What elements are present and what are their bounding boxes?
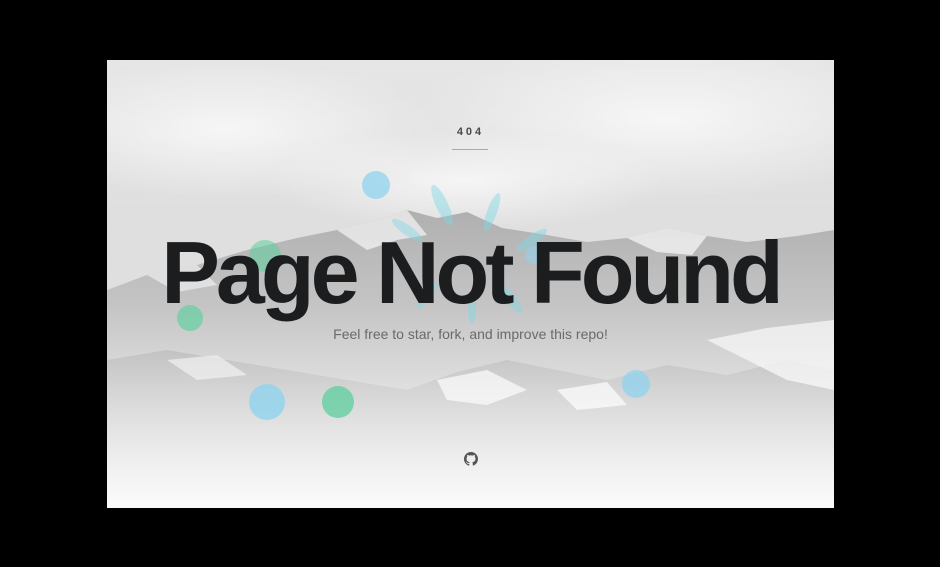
accent-divider xyxy=(452,149,488,150)
bubble-decoration xyxy=(622,370,650,398)
page-frame: 404 Page Not Found Feel free to star, fo… xyxy=(107,60,834,508)
status-code-label: 404 xyxy=(456,126,485,138)
page-title: Page Not Found xyxy=(161,223,784,322)
github-link[interactable] xyxy=(464,452,478,466)
bubble-decoration xyxy=(249,384,285,420)
page-subtitle: Feel free to star, fork, and improve thi… xyxy=(333,326,608,342)
bubble-decoration xyxy=(322,386,354,418)
github-icon xyxy=(464,452,478,466)
bubble-decoration xyxy=(362,171,390,199)
